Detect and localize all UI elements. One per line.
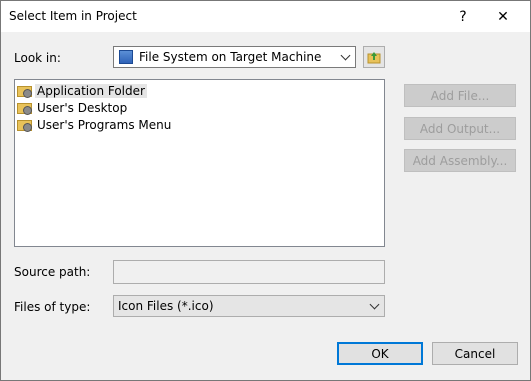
files-of-type-dropdown[interactable]: Icon Files (*.ico) — [113, 295, 385, 317]
up-one-level-button[interactable] — [363, 46, 385, 68]
special-folder-icon — [17, 102, 33, 115]
project-items-list[interactable]: Application Folder User's Desktop User's… — [14, 79, 385, 247]
source-path-field[interactable] — [113, 260, 385, 284]
help-icon: ? — [459, 8, 467, 25]
add-assembly-button[interactable]: Add Assembly... — [404, 149, 516, 172]
special-folder-icon — [17, 85, 33, 98]
list-item-users-programs-menu[interactable]: User's Programs Menu — [17, 116, 173, 134]
list-item-label: User's Programs Menu — [37, 118, 172, 132]
list-item-label: User's Desktop — [37, 101, 128, 115]
files-of-type-label: Files of type: — [14, 300, 91, 314]
chevron-down-icon — [335, 47, 355, 67]
look-in-value: File System on Target Machine — [139, 50, 322, 64]
chevron-down-icon — [364, 296, 384, 316]
add-file-button[interactable]: Add File... — [404, 84, 516, 107]
folder-up-icon — [367, 52, 381, 64]
list-item-label: Application Folder — [35, 84, 147, 98]
files-of-type-value: Icon Files (*.ico) — [118, 299, 214, 313]
ok-button[interactable]: OK — [337, 342, 423, 365]
list-item-application-folder[interactable]: Application Folder — [17, 82, 147, 100]
dialog-title: Select Item in Project — [9, 9, 137, 23]
close-icon: ✕ — [497, 8, 509, 25]
help-button[interactable]: ? — [443, 1, 483, 32]
look-in-label: Look in: — [14, 51, 61, 65]
select-item-dialog: Select Item in Project ? ✕ Look in: File… — [0, 0, 531, 381]
source-path-label: Source path: — [14, 265, 91, 279]
close-button[interactable]: ✕ — [483, 1, 523, 32]
look-in-dropdown[interactable]: File System on Target Machine — [113, 46, 356, 68]
special-folder-icon — [17, 119, 33, 132]
drive-icon — [119, 50, 133, 64]
cancel-button[interactable]: Cancel — [432, 342, 518, 365]
list-item-users-desktop[interactable]: User's Desktop — [17, 99, 129, 117]
title-bar: Select Item in Project ? ✕ — [1, 1, 530, 32]
add-output-button[interactable]: Add Output... — [404, 117, 516, 140]
